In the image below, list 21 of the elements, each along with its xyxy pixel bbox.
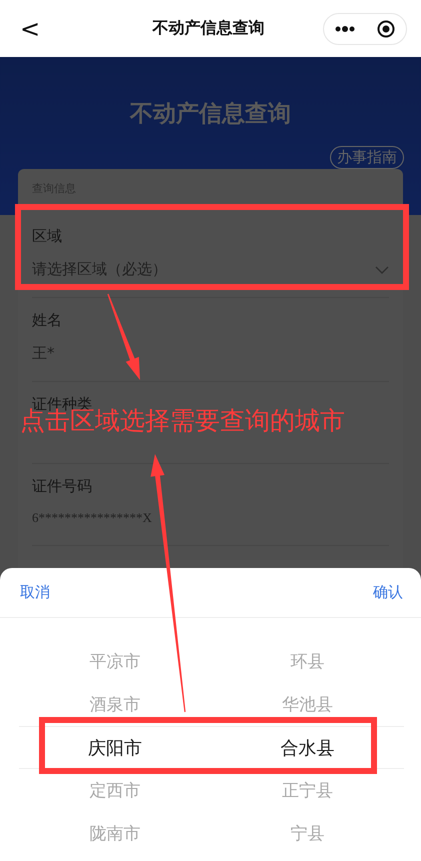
picker-option[interactable]: 宁县 <box>290 822 324 845</box>
field-label: 姓名 <box>32 311 63 330</box>
more-icon[interactable] <box>335 26 355 32</box>
picker-option[interactable]: 合水县 <box>280 736 334 760</box>
banner-title: 不动产信息查询 <box>130 100 291 129</box>
confirm-button[interactable]: 确认 <box>373 583 403 602</box>
page-title: 不动产信息查询 <box>151 18 266 39</box>
picker-option[interactable]: 平凉市 <box>89 650 140 673</box>
picker-option[interactable]: 华池县 <box>282 693 333 716</box>
picker-option[interactable]: 环县 <box>290 650 324 673</box>
picker-option[interactable]: 正宁县 <box>282 779 333 802</box>
field-label: 区域 <box>32 227 63 246</box>
picker-option[interactable]: 陇南市 <box>89 822 140 845</box>
close-icon[interactable] <box>377 20 395 38</box>
cancel-button[interactable]: 取消 <box>20 583 50 602</box>
picker-option[interactable]: 庆阳市 <box>88 736 142 760</box>
field-label: 证件号码 <box>32 477 93 496</box>
back-button[interactable]: < <box>14 14 46 42</box>
picker-option[interactable]: 定西市 <box>89 779 140 802</box>
picker-option[interactable]: 酒泉市 <box>89 693 140 716</box>
chevron-down-icon <box>375 266 389 274</box>
